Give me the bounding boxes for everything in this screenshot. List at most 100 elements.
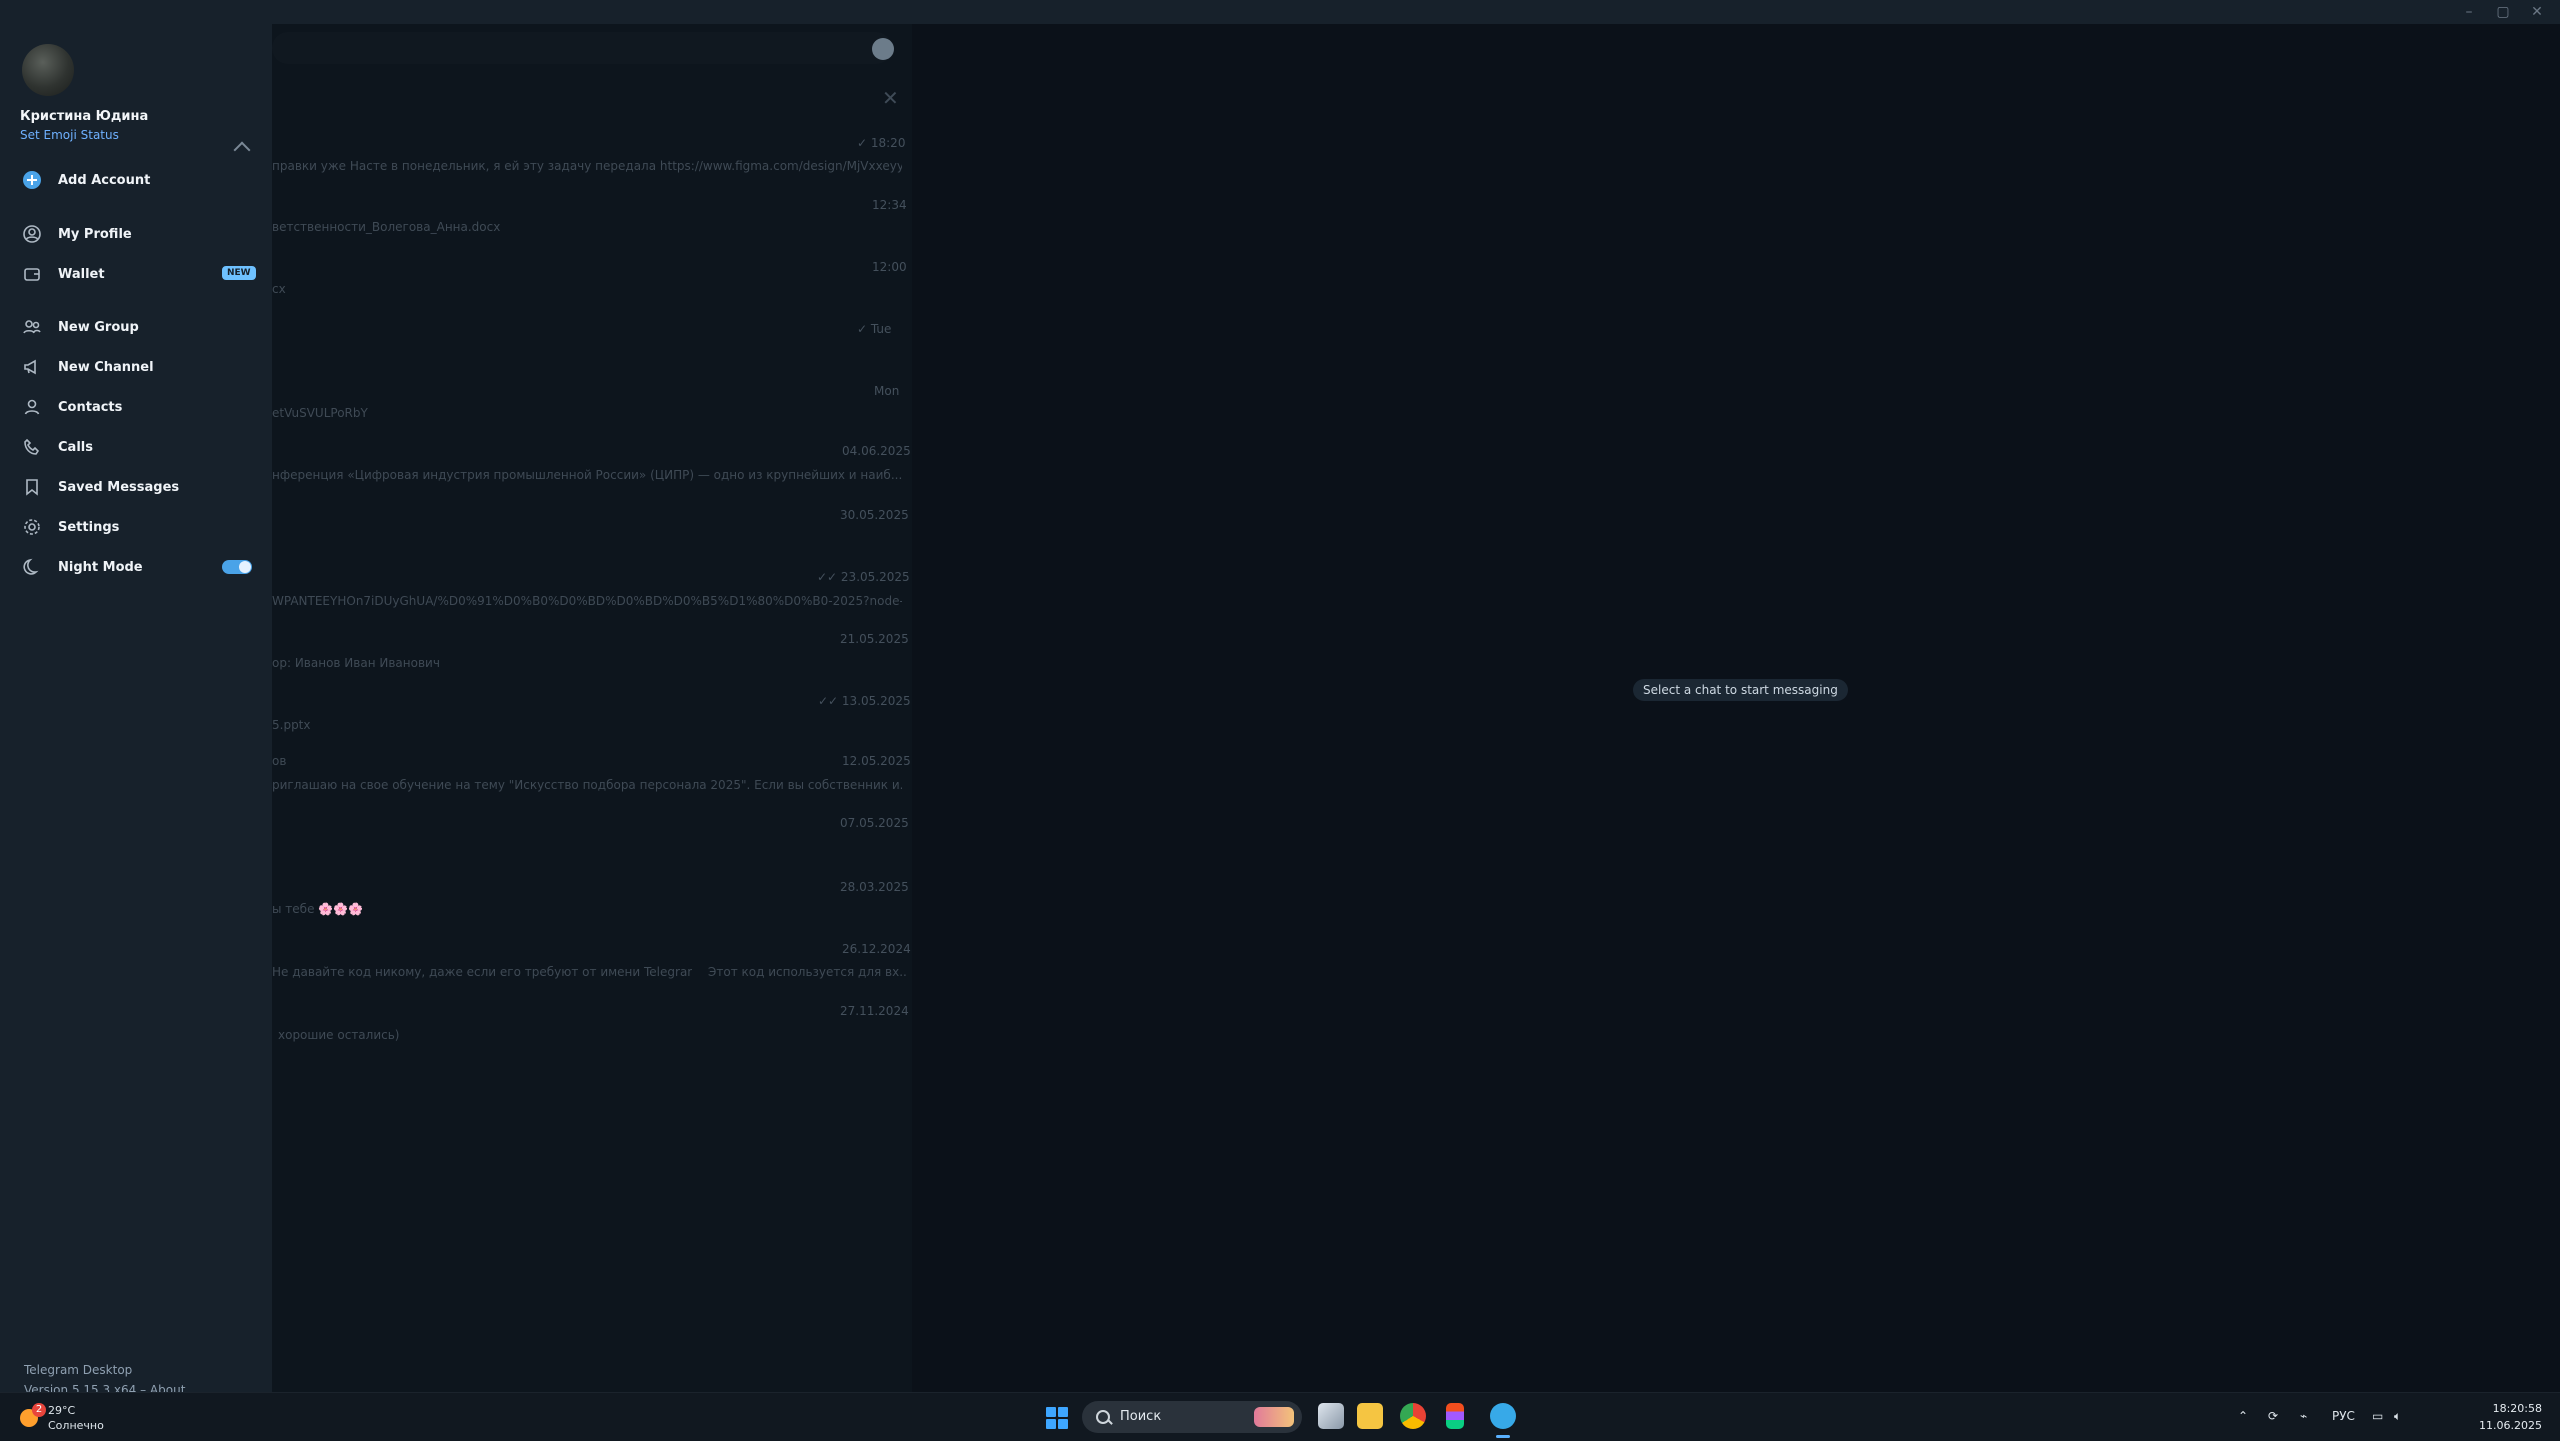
chat-time: 12:34 [872, 198, 907, 212]
menu-item-contacts[interactable]: Contacts [0, 389, 272, 425]
menu-label: Add Account [58, 172, 151, 188]
megaphone-icon [22, 357, 42, 377]
system-tray: ⌃ ⟳ ⌁ РУС ▭ 🔈︎ 18:20:58 11.06.2025 [2222, 1393, 2542, 1441]
chat-time: 27.11.2024 [840, 1004, 909, 1018]
night-mode-toggle[interactable] [222, 560, 252, 574]
search-placeholder: Поиск [1120, 1409, 1162, 1424]
wallet-icon [22, 264, 42, 284]
chat-preview[interactable]: WPANTEEYHOn7iDUyGhUA/%D0%91%D0%B0%D0%BD%… [272, 594, 902, 608]
menu-label: Saved Messages [58, 479, 180, 495]
search-icon [1096, 1410, 1110, 1424]
menu-item-add-account[interactable]: Add Account [0, 162, 272, 198]
profile-icon [22, 224, 42, 244]
volume-icon[interactable]: 🔈︎ [2394, 1409, 2401, 1424]
chat-time: 21.05.2025 [840, 632, 909, 646]
menu-label: Settings [58, 519, 120, 535]
menu-item-new-channel[interactable]: New Channel [0, 349, 272, 385]
weather-widget[interactable]: 2 29°C Солнечно [18, 1399, 108, 1437]
menu-item-saved-messages[interactable]: Saved Messages [0, 469, 272, 505]
menu-item-settings[interactable]: Settings [0, 509, 272, 545]
gear-icon [22, 517, 42, 537]
window-titlebar: – ▢ ✕ [0, 0, 2560, 25]
menu-item-night-mode[interactable]: Night Mode [0, 549, 272, 585]
close-button[interactable]: ✕ [2520, 0, 2554, 24]
telegram-icon[interactable] [1490, 1403, 1516, 1429]
task-view-icon[interactable] [1318, 1403, 1344, 1429]
menu-item-calls[interactable]: Calls [0, 429, 272, 465]
menu-label: Calls [58, 439, 93, 455]
app-name: Telegram Desktop [24, 1363, 133, 1377]
close-icon[interactable]: ✕ [882, 86, 899, 110]
chat-preview[interactable]: хорошие остались) [278, 1028, 478, 1042]
chat-time: Mon [874, 384, 900, 398]
menu-label: Wallet [58, 266, 105, 282]
notification-badge: 2 [32, 1403, 46, 1417]
empty-state-hint: Select a chat to start messaging [1633, 679, 1848, 701]
chat-preview[interactable]: нференция «Цифровая индустрия промышленн… [272, 468, 902, 482]
avatar[interactable] [22, 44, 74, 96]
active-app-indicator [1496, 1435, 1510, 1438]
bookmark-icon [22, 477, 42, 497]
account-switcher[interactable]: Кристина Юдина Set Emoji Status [20, 108, 148, 144]
moon-icon [22, 557, 42, 577]
conversation-area: Select a chat to start messaging [912, 24, 2560, 1392]
menu-label: New Channel [58, 359, 154, 375]
menu-item-new-group[interactable]: New Group [0, 309, 272, 345]
menu-item-wallet[interactable]: Wallet NEW [0, 256, 272, 292]
account-avatar-small[interactable] [872, 38, 894, 60]
group-icon [22, 317, 42, 337]
minimize-button[interactable]: – [2452, 0, 2486, 24]
chrome-icon[interactable] [1400, 1403, 1426, 1429]
windows-start-icon[interactable] [1046, 1407, 1068, 1429]
taskbar: 2 29°C Солнечно Поиск ⌃ ⟳ ⌁ РУС ▭ 🔈︎ 18:… [0, 1392, 2560, 1441]
sync-icon[interactable]: ⟳ [2268, 1409, 2278, 1423]
figma-icon[interactable] [1446, 1403, 1464, 1429]
chat-preview[interactable]: сх [272, 282, 372, 296]
chat-time: ✓ 18:20 [857, 136, 906, 150]
taskbar-search[interactable]: Поиск [1082, 1401, 1302, 1433]
chat-preview[interactable]: ы тебе 🌸🌸🌸 [272, 902, 472, 916]
plus-circle-icon [22, 170, 42, 190]
chat-time: 30.05.2025 [840, 508, 909, 522]
chat-time: 12.05.2025 [842, 754, 911, 768]
file-explorer-icon[interactable] [1357, 1403, 1383, 1429]
chevron-up-icon[interactable]: ⌃ [2238, 1409, 2248, 1423]
network-off-icon[interactable]: ⌁ [2300, 1409, 2307, 1423]
maximize-button[interactable]: ▢ [2486, 0, 2520, 24]
menu-item-my-profile[interactable]: My Profile [0, 216, 272, 252]
chevron-up-icon[interactable] [233, 141, 251, 159]
chat-preview[interactable]: etVuSVULPoRbY [272, 406, 472, 420]
chat-preview[interactable]: ветственности_Волегова_Анна.docx [272, 220, 672, 234]
language-indicator[interactable]: РУС [2332, 1409, 2355, 1423]
chat-preview[interactable]: риглашаю на свое обучение на тему "Искус… [272, 778, 902, 792]
phone-icon [22, 437, 42, 457]
chat-time: 28.03.2025 [840, 880, 909, 894]
weather-temp: 29°C [48, 1404, 76, 1417]
chat-preview[interactable]: 5.pptx [272, 718, 392, 732]
clock[interactable]: 18:20:58 11.06.2025 [2479, 1400, 2542, 1434]
chat-list: ✕ правки уже Насте в понедельник, я ей э… [272, 24, 912, 1392]
chat-preview[interactable]: Не давайте код никому, даже если его тре… [272, 965, 692, 979]
weather-desc: Солнечно [48, 1419, 104, 1432]
chat-time: 07.05.2025 [840, 816, 909, 830]
contacts-icon [22, 397, 42, 417]
main-menu: Кристина Юдина Set Emoji Status Add Acco… [0, 24, 272, 1397]
chat-preview[interactable]: правки уже Насте в понедельник, я ей эту… [272, 159, 902, 173]
display-icon[interactable]: ▭ [2372, 1409, 2383, 1423]
chat-time: ✓✓ 23.05.2025 [817, 570, 910, 584]
set-emoji-status-link[interactable]: Set Emoji Status [20, 126, 148, 144]
chat-preview[interactable]: ор: Иванов Иван Иванович [272, 656, 572, 670]
search-input[interactable] [272, 32, 892, 64]
menu-label: My Profile [58, 226, 132, 242]
chat-time: 04.06.2025 [842, 444, 911, 458]
chat-time: 12:00 [872, 260, 907, 274]
clock-date: 11.06.2025 [2479, 1419, 2542, 1432]
chat-time: ✓✓ 13.05.2025 [818, 694, 911, 708]
new-badge: NEW [222, 266, 256, 280]
clock-time: 18:20:58 [2492, 1402, 2542, 1415]
chat-preview[interactable]: Этот код используется для вх... [708, 965, 908, 979]
user-name: Кристина Юдина [20, 109, 149, 124]
chat-preview[interactable]: ов [272, 754, 332, 768]
menu-label: Night Mode [58, 559, 143, 575]
menu-label: Contacts [58, 399, 123, 415]
